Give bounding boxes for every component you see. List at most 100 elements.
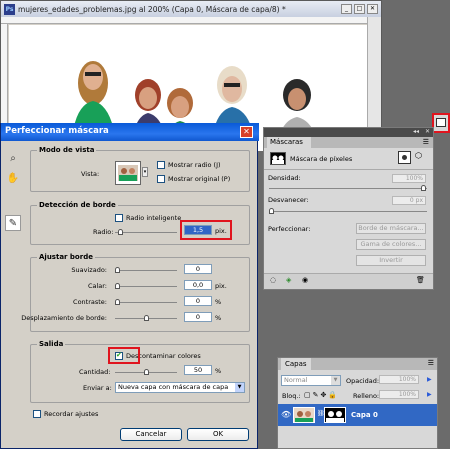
show-original-checkbox[interactable] [157, 175, 165, 183]
adjust-row-input[interactable]: 0 [184, 264, 212, 274]
show-original-label: Mostrar original (P) [168, 175, 231, 183]
collapse-icon[interactable]: ◂◂ [413, 128, 419, 135]
dialog-close-button[interactable]: ✕ [240, 126, 253, 138]
adjust-edge-group: Ajustar borde Suavizado: 0 Calar: 0,0 pix. Co… [21, 253, 250, 332]
visibility-eye-icon[interactable]: ◉ [302, 276, 308, 284]
trash-icon[interactable]: 🗑 [416, 276, 425, 284]
view-preview-icon [118, 165, 138, 181]
adjust-row-slider[interactable] [115, 267, 177, 273]
edge-detection-title: Detección de borde [37, 201, 118, 209]
refine-mask-dialog: Perfeccionar máscara ✕ ⌕ ✋ ✎ Modo de vis… [0, 123, 259, 449]
amount-label: Cantidad: [79, 368, 111, 376]
view-thumbnail[interactable] [115, 161, 141, 185]
panel-close-icon[interactable]: ✕ [425, 128, 430, 135]
smart-radius-checkbox[interactable] [115, 214, 123, 222]
layer-preview-icon [294, 408, 314, 422]
amount-input[interactable]: 50 [184, 365, 212, 375]
fill-field[interactable]: 100% [379, 390, 419, 399]
mask-edge-button[interactable]: Borde de máscara... [356, 223, 426, 234]
adjust-row-input[interactable]: 0 [184, 296, 212, 306]
amount-slider-thumb[interactable] [143, 369, 149, 375]
vector-mask-icon[interactable]: ⬡ [415, 151, 422, 160]
document-titlebar[interactable]: Ps mujeres_edades_problemas.jpg al 200% … [1, 1, 381, 17]
load-selection-icon[interactable]: ◌ [270, 276, 276, 284]
adjust-row-label: Calar: [87, 282, 107, 290]
panel-menu-icon[interactable]: ☰ [423, 138, 429, 146]
highlight-masks-icon [432, 113, 450, 133]
zoom-tool-icon[interactable]: ⌕ [5, 151, 21, 167]
view-dropdown-icon[interactable]: ▾ [142, 167, 148, 177]
cancel-button[interactable]: Cancelar [120, 428, 182, 441]
radius-slider[interactable] [115, 229, 177, 235]
remember-checkbox[interactable] [33, 410, 41, 418]
tab-layers[interactable]: Capas [281, 358, 311, 370]
adjust-row-slider-thumb[interactable] [115, 283, 120, 289]
masks-footer: ◌ ◈ ◉ 🗑 [264, 273, 433, 289]
fill-arrow-icon[interactable]: ▶ [427, 391, 432, 398]
layers-panel: Capas ☰ Normal ▼ Opacidad: 100% ▶ Bloq.: … [277, 357, 438, 449]
chevron-down-icon: ▼ [331, 376, 340, 385]
hand-tool-icon[interactable]: ✋ [5, 171, 21, 187]
refine-radius-brush-icon[interactable]: ✎ [5, 215, 21, 231]
view-mode-group: Modo de vista Vista: ▾ Mostrar radio (J)… [30, 146, 250, 192]
opacity-label: Opacidad: [346, 377, 380, 385]
color-range-button[interactable]: Gama de colores... [356, 239, 426, 250]
layer-row[interactable]: 👁 ⛓ Capa 0 [278, 404, 437, 426]
density-label: Densidad: [268, 174, 301, 182]
minimize-button[interactable]: _ [341, 4, 352, 14]
adjust-row-input[interactable]: 0 [184, 312, 212, 322]
view-label: Vista: [81, 170, 100, 178]
density-field[interactable]: 100% [392, 174, 426, 183]
radius-slider-thumb[interactable] [117, 229, 123, 235]
adjust-row-slider-thumb[interactable] [115, 267, 120, 273]
layers-menu-icon[interactable]: ☰ [428, 359, 434, 367]
dialog-titlebar[interactable]: Perfeccionar máscara [1, 123, 259, 141]
layer-mask-thumbnail[interactable] [324, 407, 346, 423]
pixel-mask-button[interactable] [398, 151, 411, 164]
invert-button[interactable]: Invertir [356, 255, 426, 266]
eye-icon[interactable]: 👁 [281, 410, 291, 419]
adjust-row-input[interactable]: 0,0 [184, 280, 212, 290]
blend-mode-value: Normal [284, 376, 308, 384]
opacity-field[interactable]: 100% [379, 375, 419, 384]
edge-detection-group: Detección de borde Radio inteligente Rad… [30, 201, 250, 245]
opacity-arrow-icon[interactable]: ▶ [427, 376, 432, 383]
feather-label: Desvanecer: [268, 196, 309, 204]
close-button[interactable]: ✕ [367, 4, 378, 14]
dialog-tools: ⌕ ✋ ✎ [5, 151, 23, 235]
maximize-button[interactable]: □ [354, 4, 365, 14]
layers-tabbar: Capas ☰ [278, 358, 437, 370]
apply-mask-icon[interactable]: ◈ [286, 276, 291, 284]
density-slider-thumb[interactable] [421, 185, 426, 191]
density-slider[interactable] [269, 185, 427, 191]
adjust-row-slider-thumb[interactable] [143, 315, 149, 321]
highlight-decontaminate [108, 347, 140, 364]
masks-panel-icon[interactable] [436, 118, 446, 127]
feather-slider[interactable] [269, 208, 427, 214]
smart-radius-label: Radio inteligente [126, 214, 182, 222]
blend-mode-select[interactable]: Normal ▼ [281, 375, 341, 386]
show-radius-checkbox[interactable] [157, 161, 165, 169]
adjust-row-label: Suavizado: [71, 266, 107, 274]
adjust-row-slider-thumb[interactable] [115, 299, 120, 305]
adjust-row-label: Contraste: [73, 298, 107, 306]
view-mode-title: Modo de vista [37, 146, 97, 154]
mask-preview-icon [272, 155, 284, 164]
lock-icons[interactable]: ▢✎✥🔒 [304, 391, 339, 399]
amount-slider[interactable] [115, 369, 177, 375]
masks-divider [264, 169, 433, 170]
tab-masks[interactable]: Máscaras [267, 137, 311, 148]
ok-button[interactable]: OK [187, 428, 249, 441]
lock-label: Bloq.: [282, 392, 301, 400]
adjust-row-slider[interactable] [115, 315, 177, 321]
pixel-mask-thumbnail[interactable] [270, 152, 286, 165]
adjust-edge-title: Ajustar borde [37, 253, 95, 261]
adjust-row-slider[interactable] [115, 299, 177, 305]
layer-name[interactable]: Capa 0 [351, 411, 378, 419]
adjust-row-unit: % [215, 314, 222, 322]
feather-slider-thumb[interactable] [269, 208, 274, 214]
feather-field[interactable]: 0 px [392, 196, 426, 205]
remember-label: Recordar ajustes [44, 410, 99, 418]
adjust-row-slider[interactable] [115, 283, 177, 289]
send-to-select[interactable]: Nueva capa con máscara de capa ▼ [115, 382, 245, 393]
